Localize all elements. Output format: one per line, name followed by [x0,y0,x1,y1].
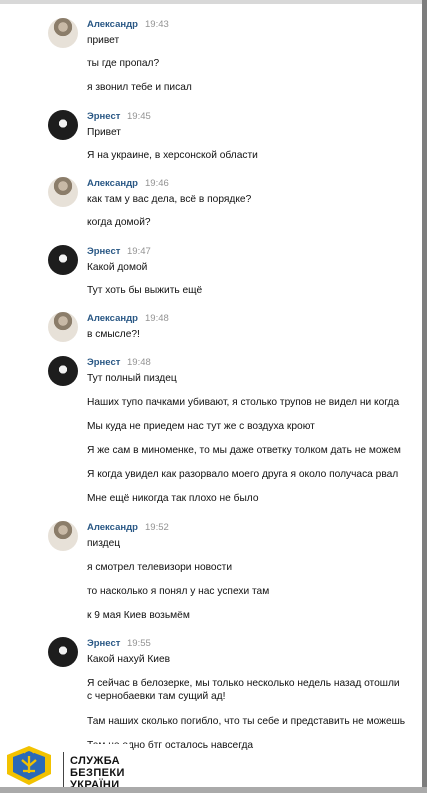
message-line: когда домой? [87,217,151,228]
message-line: Там наших сколько погибло, что ты себе и… [87,716,406,727]
message-time: 19:48 [145,313,169,324]
author-name[interactable]: Александр [87,522,138,533]
sbu-watermark-text: СЛУЖБА БЕЗПЕКИ УКРАЇНИ [70,755,125,791]
avatar-alexander[interactable] [48,521,78,551]
message-line: как там у вас дела, всё в порядке? [87,194,252,205]
message-time: 19:46 [145,178,169,189]
message-line: Я сейчас в белозерке, мы только нескольк… [87,678,400,689]
message-time: 19:43 [145,19,169,30]
message-line: с чернобаевки там сущий ад! [87,691,226,702]
message-line: Тут полный пиздец [87,373,177,384]
message-line: Привет [87,127,121,138]
message-time: 19:52 [145,522,169,533]
message-line: Я на украине, в херсонской области [87,150,258,161]
top-border [0,0,427,4]
sbu-shield-icon [7,746,51,785]
message-line: Тут хоть бы выжить ещё [87,285,203,296]
message-line: я смотрел телевизори новости [87,562,233,573]
author-name[interactable]: Эрнест [87,357,120,368]
author-name[interactable]: Александр [87,19,138,30]
avatar-alexander[interactable] [48,312,78,342]
avatar-ernest[interactable] [48,245,78,275]
avatar-ernest[interactable] [48,110,78,140]
avatar-ernest[interactable] [48,356,78,386]
author-name[interactable]: Александр [87,178,138,189]
message-time: 19:47 [127,246,151,257]
message-line: в смысле?! [87,329,140,340]
author-name[interactable]: Эрнест [87,246,120,257]
message-line: привет [87,35,120,46]
message-line: Я когда увидел как разорвало моего друга… [87,469,399,480]
message-line: Какой нахуй Киев [87,654,171,665]
message-line: то насколько я понял у нас успехи там [87,586,270,597]
message-line: Я же сам в миноменке, то мы даже ответку… [87,445,401,456]
message-line: ты где пропал? [87,58,160,69]
message-time: 19:48 [127,357,151,368]
watermark-line-2: БЕЗПЕКИ [70,767,125,779]
message-line: Мы куда не приедем нас тут же с воздуха … [87,421,315,432]
bottom-border [0,787,427,793]
message-line: Наших тупо пачками убивают, я столько тр… [87,397,400,408]
author-name[interactable]: Эрнест [87,638,120,649]
message-line: к 9 мая Киев возьмём [87,610,190,621]
message-time: 19:45 [127,111,151,122]
watermark-line-1: СЛУЖБА [70,755,121,767]
avatar-alexander[interactable] [48,177,78,207]
watermark-divider [63,752,64,788]
message-line: пиздец [87,538,121,549]
author-name[interactable]: Александр [87,313,138,324]
message-line: Какой домой [87,262,148,273]
message-time: 19:55 [127,638,151,649]
message-line: Мне ещё никогда так плохо не было [87,493,259,504]
right-border [422,0,427,793]
avatar-ernest[interactable] [48,637,78,667]
author-name[interactable]: Эрнест [87,111,120,122]
message-line: я звонил тебе и писал [87,82,192,93]
chat-screenshot: Александр 19:43 привет ты где пропал? я … [0,0,427,793]
avatar-alexander[interactable] [48,18,78,48]
